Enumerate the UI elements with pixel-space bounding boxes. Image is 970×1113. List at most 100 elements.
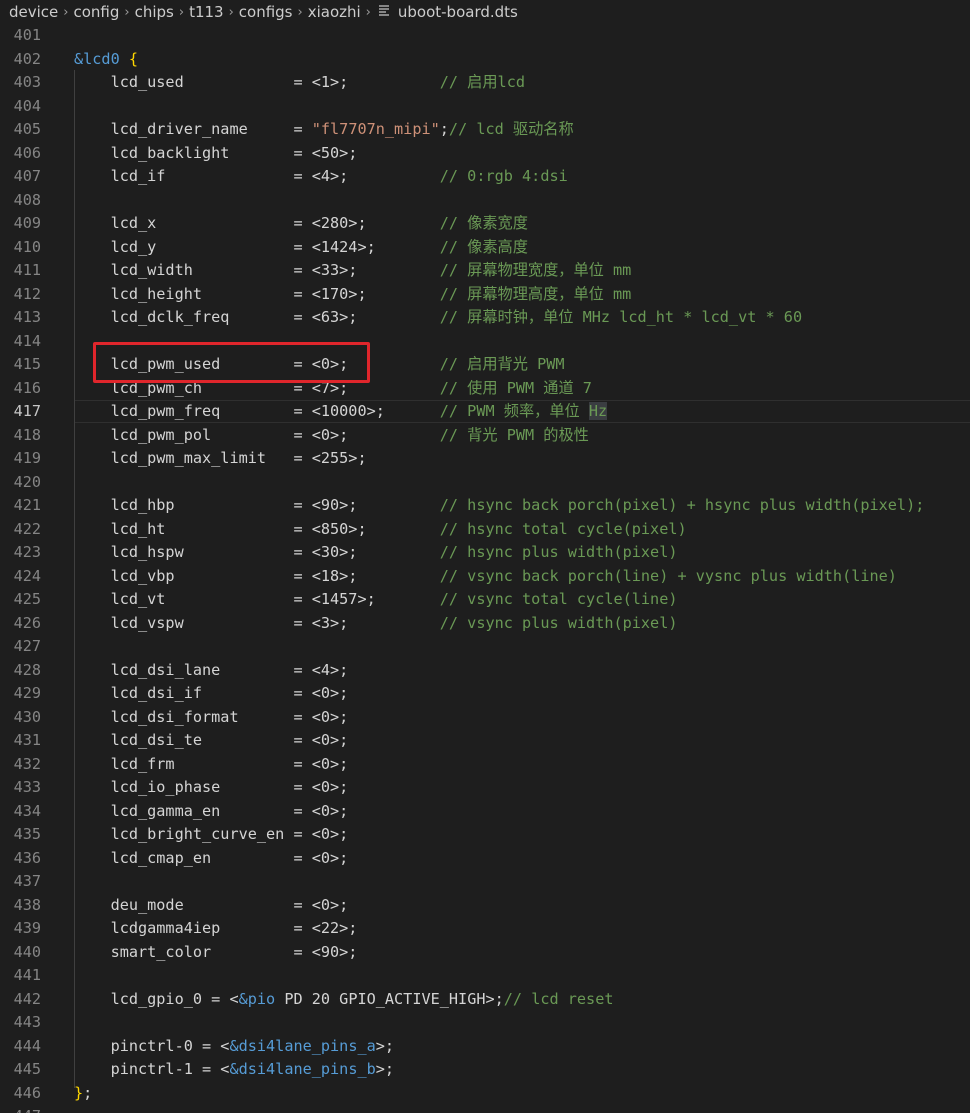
- code-line[interactable]: 419 lcd_pwm_max_limit = <255>;: [0, 447, 970, 471]
- breadcrumb-item-device[interactable]: device: [9, 3, 58, 21]
- code-text[interactable]: lcd_gpio_0 = <&pio PD 20 GPIO_ACTIVE_HIG…: [74, 988, 614, 1012]
- code-token: // vsync back porch(line) + vysnc plus w…: [439, 566, 897, 585]
- breadcrumb-file[interactable]: uboot-board.dts: [398, 3, 518, 21]
- code-token: lcd_dsi_format = <0>;: [74, 707, 349, 726]
- code-line[interactable]: 444 pinctrl-0 = <&dsi4lane_pins_a>;: [0, 1035, 970, 1059]
- code-token: lcd_dsi_te = <0>;: [74, 731, 349, 749]
- code-text[interactable]: lcd_if = <4>; // 0:rgb 4:dsi: [74, 165, 568, 189]
- code-text[interactable]: lcd_width = <33>; // 屏幕物理宽度，单位 mm: [74, 259, 632, 283]
- code-text[interactable]: lcd_y = <1424>; // 像素高度: [74, 236, 528, 260]
- code-line[interactable]: 438 deu_mode = <0>;: [0, 894, 970, 918]
- code-text[interactable]: lcd_dsi_lane = <4>;: [74, 659, 349, 683]
- line-number: 439: [13, 919, 41, 937]
- code-text[interactable]: lcdgamma4iep = <22>;: [74, 917, 358, 941]
- code-text[interactable]: lcd_height = <170>; // 屏幕物理高度，单位 mm: [74, 283, 632, 307]
- code-token: // PWM 频率，单位: [439, 402, 589, 420]
- code-text[interactable]: lcd_pwm_pol = <0>; // 背光 PWM 的极性: [74, 424, 589, 448]
- line-number: 426: [13, 613, 41, 632]
- code-line[interactable]: 443: [0, 1011, 970, 1035]
- code-line[interactable]: 441: [0, 964, 970, 988]
- code-text[interactable]: lcd_pwm_freq = <10000>; // PWM 频率，单位 Hz: [74, 400, 608, 424]
- code-text[interactable]: lcd_pwm_max_limit = <255>;: [74, 447, 367, 471]
- code-line[interactable]: 439 lcdgamma4iep = <22>;: [0, 917, 970, 941]
- code-text[interactable]: lcd_bright_curve_en = <0>;: [74, 823, 349, 847]
- code-text[interactable]: lcd_x = <280>; // 像素宽度: [74, 212, 528, 236]
- code-line[interactable]: 407 lcd_if = <4>; // 0:rgb 4:dsi: [0, 165, 970, 189]
- code-line[interactable]: 422 lcd_ht = <850>; // hsync total cycle…: [0, 518, 970, 542]
- code-line[interactable]: 442 lcd_gpio_0 = <&pio PD 20 GPIO_ACTIVE…: [0, 988, 970, 1012]
- code-line[interactable]: 433 lcd_io_phase = <0>;: [0, 776, 970, 800]
- code-text[interactable]: lcd_dsi_te = <0>;: [74, 729, 349, 753]
- code-token: // 使用 PWM 通道 7: [439, 378, 592, 397]
- code-line[interactable]: 410 lcd_y = <1424>; // 像素高度: [0, 236, 970, 260]
- code-text[interactable]: &lcd0 {: [74, 48, 138, 72]
- code-text[interactable]: lcd_backlight = <50>;: [74, 142, 358, 166]
- code-token: lcd_width = <33>;: [74, 261, 440, 279]
- code-line[interactable]: 435 lcd_bright_curve_en = <0>;: [0, 823, 970, 847]
- code-token: // hsync total cycle(pixel): [439, 519, 687, 538]
- code-line[interactable]: 417 lcd_pwm_freq = <10000>; // PWM 频率，单位…: [0, 400, 970, 424]
- code-text[interactable]: };: [74, 1082, 92, 1106]
- breadcrumb-item-configs[interactable]: configs: [239, 3, 293, 21]
- code-line[interactable]: 427: [0, 635, 970, 659]
- code-token: &lcd0: [74, 49, 120, 68]
- code-line[interactable]: 403 lcd_used = <1>; // 启用lcd: [0, 71, 970, 95]
- code-text[interactable]: lcd_hspw = <30>; // hsync plus width(pix…: [74, 541, 678, 565]
- code-line[interactable]: 429 lcd_dsi_if = <0>;: [0, 682, 970, 706]
- code-text[interactable]: smart_color = <90>;: [74, 941, 358, 965]
- code-line[interactable]: 421 lcd_hbp = <90>; // hsync back porch(…: [0, 494, 970, 518]
- code-token: // 启用背光 PWM: [439, 355, 565, 373]
- code-text[interactable]: lcd_vspw = <3>; // vsync plus width(pixe…: [74, 612, 678, 636]
- code-text[interactable]: lcd_frm = <0>;: [74, 753, 349, 777]
- code-line[interactable]: 424 lcd_vbp = <18>; // vsync back porch(…: [0, 565, 970, 589]
- code-line[interactable]: 411 lcd_width = <33>; // 屏幕物理宽度，单位 mm: [0, 259, 970, 283]
- code-text[interactable]: lcd_vt = <1457>; // vsync total cycle(li…: [74, 588, 678, 612]
- code-editor[interactable]: 401 402 &lcd0 {403 lcd_used = <1>; // 启用lc…: [0, 24, 970, 1113]
- code-text[interactable]: pinctrl-1 = <&dsi4lane_pins_b>;: [74, 1058, 395, 1082]
- code-line[interactable]: 437: [0, 870, 970, 894]
- code-text[interactable]: lcd_io_phase = <0>;: [74, 776, 349, 800]
- code-line[interactable]: 428 lcd_dsi_lane = <4>;: [0, 659, 970, 683]
- code-text[interactable]: lcd_vbp = <18>; // vsync back porch(line…: [74, 565, 897, 589]
- code-line[interactable]: 409 lcd_x = <280>; // 像素宽度: [0, 212, 970, 236]
- code-text[interactable]: lcd_used = <1>; // 启用lcd: [74, 71, 525, 95]
- code-text[interactable]: lcd_hbp = <90>; // hsync back porch(pixe…: [74, 494, 925, 518]
- code-line[interactable]: 408: [0, 189, 970, 213]
- code-line[interactable]: 401: [0, 24, 970, 48]
- code-text[interactable]: lcd_dsi_if = <0>;: [74, 682, 349, 706]
- code-text[interactable]: lcd_driver_name = "fl7707n_mipi";// lcd …: [74, 118, 574, 142]
- code-text[interactable]: lcd_dsi_format = <0>;: [74, 706, 349, 730]
- code-line[interactable]: 430 lcd_dsi_format = <0>;: [0, 706, 970, 730]
- code-text[interactable]: lcd_gamma_en = <0>;: [74, 800, 349, 824]
- breadcrumb-item-xiaozhi[interactable]: xiaozhi: [308, 3, 361, 21]
- code-line[interactable]: 431 lcd_dsi_te = <0>;: [0, 729, 970, 753]
- code-line[interactable]: 404: [0, 95, 970, 119]
- code-line[interactable]: 445 pinctrl-1 = <&dsi4lane_pins_b>;: [0, 1058, 970, 1082]
- code-text[interactable]: lcd_cmap_en = <0>;: [74, 847, 349, 871]
- code-line[interactable]: 426 lcd_vspw = <3>; // vsync plus width(…: [0, 612, 970, 636]
- code-line[interactable]: 412 lcd_height = <170>; // 屏幕物理高度，单位 mm: [0, 283, 970, 307]
- code-line[interactable]: 434 lcd_gamma_en = <0>;: [0, 800, 970, 824]
- code-text[interactable]: lcd_ht = <850>; // hsync total cycle(pix…: [74, 518, 687, 542]
- breadcrumb-item-t113[interactable]: t113: [189, 3, 224, 21]
- code-line[interactable]: 432 lcd_frm = <0>;: [0, 753, 970, 777]
- code-line[interactable]: 425 lcd_vt = <1457>; // vsync total cycl…: [0, 588, 970, 612]
- code-text[interactable]: deu_mode = <0>;: [74, 894, 349, 918]
- code-token: // 屏幕物理高度，单位 mm: [439, 284, 632, 303]
- code-line[interactable]: 446};: [0, 1082, 970, 1106]
- code-line[interactable]: 402 &lcd0 {: [0, 48, 970, 72]
- code-line[interactable]: 420: [0, 471, 970, 495]
- code-line[interactable]: 436 lcd_cmap_en = <0>;: [0, 847, 970, 871]
- breadcrumb-item-config[interactable]: config: [73, 3, 119, 21]
- code-line[interactable]: 447: [0, 1105, 970, 1113]
- code-line[interactable]: 413 lcd_dclk_freq = <63>; // 屏幕时钟，单位 MHz…: [0, 306, 970, 330]
- breadcrumb-item-chips[interactable]: chips: [135, 3, 174, 21]
- code-text[interactable]: lcd_dclk_freq = <63>; // 屏幕时钟，单位 MHz lcd…: [74, 306, 803, 330]
- code-line[interactable]: 423 lcd_hspw = <30>; // hsync plus width…: [0, 541, 970, 565]
- code-line[interactable]: 406 lcd_backlight = <50>;: [0, 142, 970, 166]
- code-line[interactable]: 405 lcd_driver_name = "fl7707n_mipi";// …: [0, 118, 970, 142]
- code-line[interactable]: 418 lcd_pwm_pol = <0>; // 背光 PWM 的极性: [0, 424, 970, 448]
- code-line[interactable]: 440 smart_color = <90>;: [0, 941, 970, 965]
- code-text[interactable]: pinctrl-0 = <&dsi4lane_pins_a>;: [74, 1035, 395, 1059]
